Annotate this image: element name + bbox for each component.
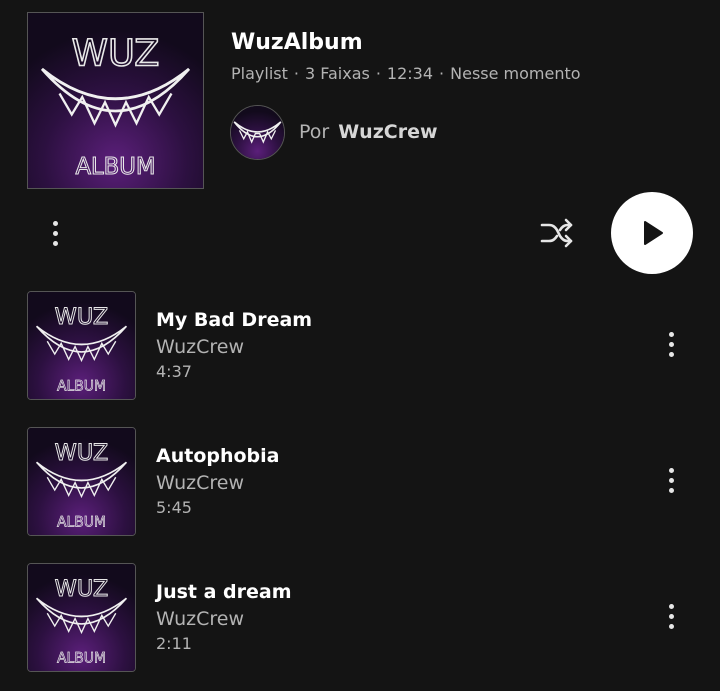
more-vert-icon: [668, 331, 674, 357]
track-art-image: WUZ ALBUM: [28, 292, 135, 399]
svg-text:WUZ: WUZ: [55, 440, 109, 466]
playlist-meta: Playlist · 3 Faixas · 12:34 · Nesse momento: [231, 64, 581, 83]
track-artist[interactable]: WuzCrew: [156, 336, 244, 358]
play-icon: [644, 221, 663, 245]
track-more-button[interactable]: [654, 461, 688, 499]
playlist-more-button[interactable]: [38, 214, 72, 252]
playlist-title: WuzAlbum: [231, 30, 363, 55]
track-more-button[interactable]: [654, 597, 688, 635]
owner-prefix: Por: [299, 121, 330, 143]
track-thumbnail: WUZ ALBUM: [27, 563, 136, 672]
track-duration: 4:37: [156, 362, 192, 381]
owner-avatar[interactable]: [230, 104, 285, 160]
shuffle-button[interactable]: [537, 213, 577, 253]
owner-row[interactable]: Por WuzCrew: [230, 104, 438, 160]
playlist-updated: Nesse momento: [450, 64, 581, 83]
track-art-image: WUZ ALBUM: [28, 564, 135, 671]
track-artist[interactable]: WuzCrew: [156, 472, 244, 494]
track-count: 3 Faixas: [304, 64, 370, 83]
track-row[interactable]: WUZ ALBUM Just a dream WuzCrew 2:11: [0, 563, 720, 691]
playlist-cover-art: WUZ ALBUM: [27, 12, 204, 189]
track-duration: 5:45: [156, 498, 192, 517]
svg-text:WUZ: WUZ: [72, 32, 160, 75]
svg-text:ALBUM: ALBUM: [57, 650, 106, 666]
more-vert-icon: [668, 603, 674, 629]
more-vert-icon: [668, 467, 674, 493]
track-title: Autophobia: [156, 445, 280, 467]
more-vert-icon: [52, 220, 58, 246]
meta-separator: ·: [293, 64, 299, 83]
meta-separator: ·: [439, 64, 445, 83]
album-art-image: WUZ ALBUM: [28, 13, 203, 188]
track-title: Just a dream: [156, 581, 292, 603]
track-thumbnail: WUZ ALBUM: [27, 427, 136, 536]
playlist-page: WUZ ALBUM WuzAlbum Playlist · 3 Faixas · 12:…: [0, 0, 720, 691]
svg-text:WUZ: WUZ: [55, 304, 109, 330]
play-button[interactable]: [611, 192, 693, 274]
shuffle-icon: [540, 218, 573, 248]
track-artist[interactable]: WuzCrew: [156, 608, 244, 630]
owner-name-link[interactable]: WuzCrew: [338, 121, 437, 143]
svg-text:WUZ: WUZ: [55, 576, 109, 602]
track-duration: 2:11: [156, 634, 192, 653]
track-art-image: WUZ ALBUM: [28, 428, 135, 535]
meta-separator: ·: [375, 64, 381, 83]
track-title: My Bad Dream: [156, 309, 313, 331]
svg-text:ALBUM: ALBUM: [57, 378, 106, 394]
track-row[interactable]: WUZ ALBUM Autophobia WuzCrew 5:45: [0, 427, 720, 563]
track-thumbnail: WUZ ALBUM: [27, 291, 136, 400]
playlist-duration: 12:34: [386, 64, 434, 83]
track-more-button[interactable]: [654, 325, 688, 363]
track-row[interactable]: WUZ ALBUM My Bad Dream WuzCrew 4:37: [0, 291, 720, 427]
playlist-type: Playlist: [231, 64, 288, 83]
svg-text:ALBUM: ALBUM: [57, 514, 106, 530]
owner-avatar-image: [231, 105, 284, 159]
track-list: WUZ ALBUM My Bad Dream WuzCrew 4:37 WUZ …: [0, 291, 720, 691]
svg-text:ALBUM: ALBUM: [75, 154, 155, 180]
